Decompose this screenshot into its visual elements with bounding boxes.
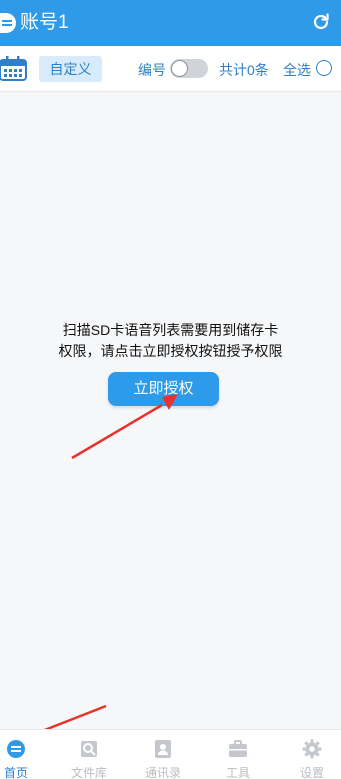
home-icon	[7, 740, 25, 758]
tab-contacts-label: 通讯录	[144, 766, 181, 779]
calendar-icon[interactable]	[0, 56, 28, 82]
permission-message: 扫描SD卡语音列表需要用到储存卡 权限，请点击立即授权按钮授予权限	[0, 320, 341, 362]
refresh-icon[interactable]	[311, 12, 331, 32]
count-label: 共计0条	[219, 62, 269, 78]
tab-settings[interactable]: 设置	[282, 730, 341, 779]
authorize-button[interactable]: 立即授权	[108, 372, 219, 406]
settings-gear-icon	[302, 739, 322, 759]
toolbox-icon	[229, 740, 247, 757]
tab-tools[interactable]: 工具	[208, 730, 268, 779]
back-icon[interactable]	[0, 13, 16, 33]
file-library-icon	[81, 741, 97, 757]
bottom-tab-bar: 首页 文件库 通讯录 工具 设置	[0, 729, 341, 779]
app-header: 账号1	[0, 0, 341, 46]
select-all-radio[interactable]	[316, 60, 332, 76]
tab-file-library[interactable]: 文件库	[59, 730, 119, 779]
number-toggle[interactable]	[170, 59, 208, 78]
tab-home-label: 首页	[3, 766, 28, 779]
toggle-knob	[171, 60, 188, 77]
tab-tools-label: 工具	[225, 766, 250, 779]
permission-message-line2: 权限，请点击立即授权按钮授予权限	[58, 343, 283, 359]
tab-file-library-label: 文件库	[70, 766, 107, 779]
permission-message-line1: 扫描SD卡语音列表需要用到储存卡	[62, 322, 279, 338]
number-label: 编号	[138, 62, 166, 78]
tab-settings-label: 设置	[299, 766, 324, 779]
page-title: 账号1	[20, 12, 69, 33]
tab-contacts[interactable]: 通讯录	[133, 730, 193, 779]
contacts-icon	[155, 740, 171, 758]
custom-range-button[interactable]: 自定义	[39, 56, 102, 82]
tab-home[interactable]: 首页	[0, 730, 46, 779]
select-all-label: 全选	[283, 62, 311, 78]
filter-toolbar: 自定义 编号 共计0条 全选	[0, 46, 341, 92]
